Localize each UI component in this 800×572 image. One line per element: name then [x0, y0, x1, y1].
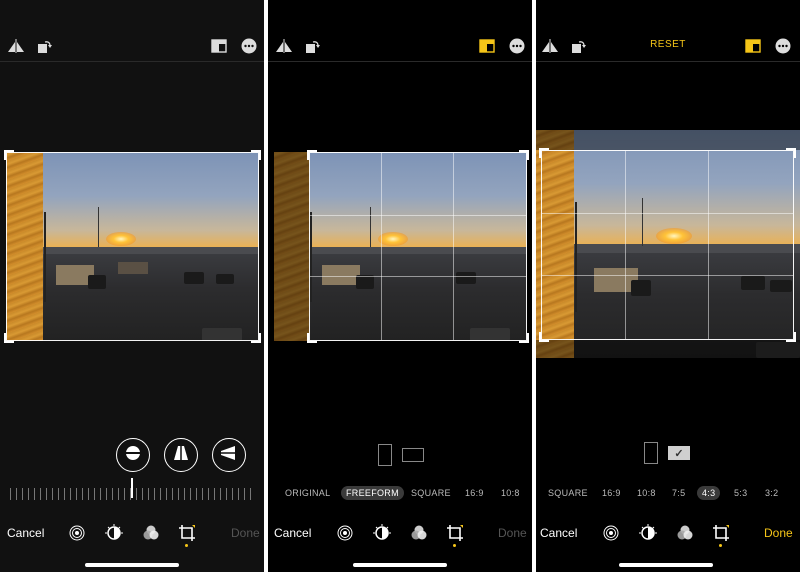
crop-handle-bottom-right[interactable]	[251, 333, 261, 343]
horizontal-perspective-icon	[220, 445, 238, 466]
straighten-button[interactable]	[116, 438, 150, 472]
home-indicator	[619, 563, 713, 567]
live-icon[interactable]	[602, 524, 620, 542]
aspect-option[interactable]: 10:8	[637, 488, 656, 498]
crop-handle-top-right[interactable]	[786, 148, 796, 158]
straighten-icon	[124, 444, 142, 467]
crop-handle-bottom-left[interactable]	[4, 333, 14, 343]
crop-frame[interactable]	[541, 150, 794, 340]
aspect-ratio-icon[interactable]	[478, 38, 496, 54]
crop-icon[interactable]	[178, 524, 196, 542]
top-toolbar: RESET	[536, 30, 800, 62]
aspect-option[interactable]: 16:9	[465, 488, 484, 498]
cancel-button[interactable]: Cancel	[7, 526, 44, 540]
portrait-orientation-button[interactable]	[378, 444, 392, 466]
flip-horizontal-icon[interactable]	[275, 38, 293, 54]
landscape-orientation-button[interactable]: ✓	[668, 446, 690, 460]
aspect-option[interactable]: 16:9	[602, 488, 621, 498]
filters-icon[interactable]	[676, 524, 694, 542]
filters-icon[interactable]	[410, 524, 428, 542]
aspect-option[interactable]: SQUARE	[411, 488, 451, 498]
active-tool-dot	[185, 544, 188, 547]
more-icon[interactable]	[508, 38, 526, 54]
vertical-perspective-icon	[172, 445, 190, 466]
aspect-option[interactable]: 7:5	[672, 488, 685, 498]
done-button[interactable]: Done	[498, 526, 527, 540]
aspect-option[interactable]: 5:3	[734, 488, 747, 498]
top-toolbar	[0, 30, 264, 62]
crop-handle-bottom-right[interactable]	[786, 332, 796, 342]
horizontal-perspective-button[interactable]	[212, 438, 246, 472]
crop-handle-top-right[interactable]	[251, 150, 261, 160]
more-icon[interactable]	[240, 38, 258, 54]
landscape-orientation-button[interactable]	[402, 448, 424, 462]
aspect-option[interactable]: 3:2	[765, 488, 778, 498]
more-icon[interactable]	[774, 38, 792, 54]
rotate-icon[interactable]	[36, 38, 54, 54]
aspect-option[interactable]: SQUARE	[548, 488, 588, 498]
aspect-option-selected[interactable]: 4:3	[697, 486, 721, 500]
adjust-icon[interactable]	[105, 524, 123, 542]
aspect-ratio-icon[interactable]	[210, 38, 228, 54]
active-tool-dot	[453, 544, 456, 547]
crop-handle-bottom-right[interactable]	[519, 333, 529, 343]
crop-panel-aspect: RESET ✓ SQUARE 16:9 10:8 7:5 4:3 5:3 3:2…	[536, 0, 800, 572]
crop-icon[interactable]	[712, 524, 730, 542]
portrait-orientation-button[interactable]	[644, 442, 658, 464]
active-tool-dot	[719, 544, 722, 547]
crop-handle-top-left[interactable]	[4, 150, 14, 160]
live-icon[interactable]	[68, 524, 86, 542]
home-indicator	[353, 563, 447, 567]
straighten-dial[interactable]	[10, 488, 256, 500]
filters-icon[interactable]	[142, 524, 160, 542]
done-button[interactable]: Done	[231, 526, 260, 540]
cancel-button[interactable]: Cancel	[540, 526, 577, 540]
crop-panel-straighten: Cancel Done	[0, 0, 264, 572]
aspect-option-selected[interactable]: FREEFORM	[341, 486, 404, 500]
vertical-perspective-button[interactable]	[164, 438, 198, 472]
rotate-icon[interactable]	[304, 38, 322, 54]
cancel-button[interactable]: Cancel	[274, 526, 311, 540]
crop-handle-bottom-left[interactable]	[307, 333, 317, 343]
crop-handle-bottom-left[interactable]	[539, 332, 549, 342]
done-button[interactable]: Done	[764, 526, 793, 540]
aspect-ratio-icon[interactable]	[744, 38, 762, 54]
crop-icon[interactable]	[446, 524, 464, 542]
home-indicator	[85, 563, 179, 567]
flip-horizontal-icon[interactable]	[7, 38, 25, 54]
crop-handle-top-right[interactable]	[519, 150, 529, 160]
crop-handle-top-left[interactable]	[307, 150, 317, 160]
crop-panel-freeform: ORIGINAL FREEFORM SQUARE 16:9 10:8 Cance…	[268, 0, 532, 572]
top-toolbar	[268, 30, 532, 62]
crop-frame[interactable]	[309, 152, 527, 341]
live-icon[interactable]	[336, 524, 354, 542]
aspect-option[interactable]: 10:8	[501, 488, 520, 498]
aspect-option[interactable]: ORIGINAL	[285, 488, 330, 498]
dial-indicator	[131, 478, 133, 498]
crop-handle-top-left[interactable]	[539, 148, 549, 158]
crop-frame[interactable]	[6, 152, 259, 341]
checkmark-icon: ✓	[674, 447, 684, 460]
adjust-icon[interactable]	[373, 524, 391, 542]
adjust-icon[interactable]	[639, 524, 657, 542]
